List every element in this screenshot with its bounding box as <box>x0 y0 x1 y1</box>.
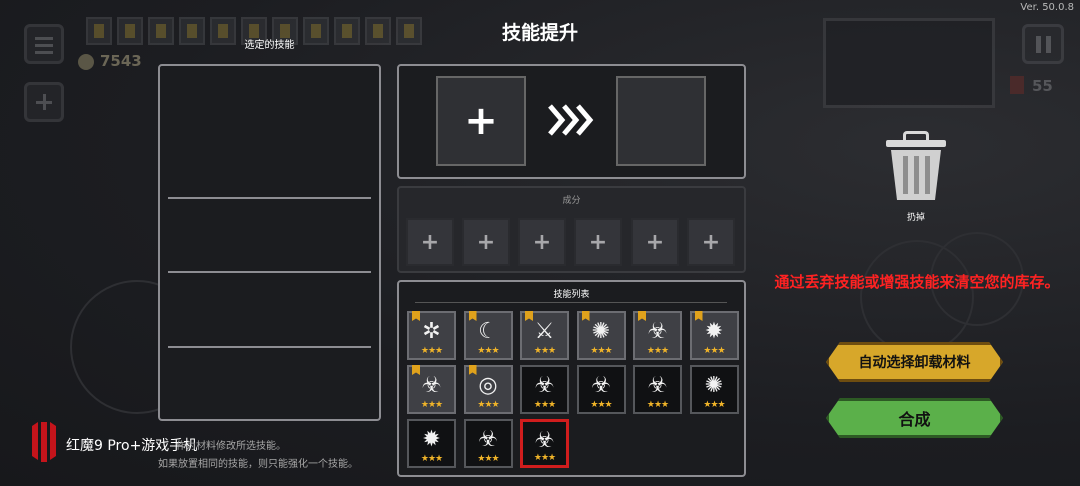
inventory-slot <box>117 17 143 45</box>
gold-count: 7543 <box>100 52 142 70</box>
trash-icon[interactable] <box>903 131 929 140</box>
star-rating: ★★★ <box>420 454 443 464</box>
discard-label: 扔掉 <box>906 213 925 223</box>
add-button[interactable] <box>24 82 64 122</box>
auto-select-materials-button[interactable]: 自动选择卸载材料 <box>826 342 1003 382</box>
pause-icon-bar <box>1036 36 1041 53</box>
selected-skills-label: 选定的技能 <box>244 40 295 51</box>
skill-slot[interactable]: ☣ ★★★ <box>633 311 682 360</box>
arrow-right-icon <box>546 100 596 140</box>
ingredient-slot[interactable]: + <box>631 218 679 266</box>
scythe-icon: ⚔ <box>534 319 555 344</box>
menu-icon-bar <box>35 51 53 54</box>
star-rating: ★★★ <box>703 346 725 356</box>
vortex-icon: ◎ <box>478 373 498 398</box>
material-note: 作为材料修改所选技能。 <box>176 441 286 452</box>
star-rating: ★★★ <box>533 400 556 410</box>
pause-icon-bar <box>1046 36 1051 53</box>
star-rating: ★★★ <box>533 346 556 356</box>
skill-list-label: 技能列表 <box>553 290 590 300</box>
menu-button[interactable] <box>24 24 64 64</box>
burst-icon: ✺ <box>591 319 611 344</box>
star-rating: ★★★ <box>646 346 669 356</box>
health-icon <box>1010 76 1024 94</box>
trash-icon-stripe <box>925 156 930 194</box>
coin-icon <box>78 54 94 70</box>
skill-slot[interactable]: ☣ ★★★ <box>576 365 626 414</box>
version-label: Ver. 50.0.8 <box>1020 2 1074 13</box>
explosion-icon: ✹ <box>422 427 441 452</box>
star-rating: ★★★ <box>477 346 499 356</box>
ingredient-slot[interactable]: + <box>518 218 566 266</box>
skill-slot[interactable]: ✹ ★★★ <box>689 311 739 360</box>
skill-slot[interactable]: ✲ ★★★ <box>407 311 456 360</box>
skill-slot[interactable]: ✹ ★★★ <box>407 419 456 468</box>
page-title: 技能提升 <box>501 22 578 44</box>
star-rating: ★★★ <box>590 400 612 410</box>
skill-slot[interactable]: ✺ ★★★ <box>689 365 739 414</box>
star-rating: ★★★ <box>477 454 499 464</box>
minimap <box>823 18 995 108</box>
biohazard-wings-icon: ☣ <box>591 373 611 398</box>
star-rating: ★★★ <box>646 400 669 410</box>
pause-button[interactable] <box>1022 24 1064 64</box>
skill-slot[interactable]: ☣ ★★★ <box>407 365 456 414</box>
skill-slot[interactable]: ◎ ★★★ <box>463 365 513 414</box>
trash-icon-stripe <box>903 156 908 194</box>
menu-icon-bar <box>35 44 53 47</box>
skill-slot[interactable]: ✺ ★★★ <box>576 311 626 360</box>
inventory-slot <box>396 17 422 45</box>
trash-icon-stripe <box>914 156 919 194</box>
upgrade-result-slot <box>616 76 706 166</box>
selected-skills-panel <box>158 64 381 421</box>
upgrade-source-slot[interactable]: + <box>436 76 526 166</box>
biohazard-wings-icon: ☣ <box>647 373 668 398</box>
skill-slot[interactable]: ☣ ★★★ <box>520 419 569 468</box>
biohazard-icon: ☣ <box>534 373 555 398</box>
ingredient-slot[interactable]: + <box>462 218 510 266</box>
skill-slot[interactable]: ⚔ ★★★ <box>520 311 569 360</box>
ingredients-label: 成分 <box>562 196 581 206</box>
biohazard-icon: ☣ <box>647 319 668 344</box>
star-rating: ★★★ <box>477 400 499 410</box>
biohazard-wings-icon: ☣ <box>534 428 555 453</box>
star-rating: ★★★ <box>703 400 725 410</box>
inventory-hint: 通过丢弃技能或增强技能来清空您的库存。 <box>774 273 1060 291</box>
biohazard-wings-icon: ☣ <box>478 427 498 452</box>
skill-slot[interactable]: ☣ ★★★ <box>463 419 513 468</box>
material-note: 如果放置相同的技能，则只能强化一个技能。 <box>158 459 358 470</box>
skill-slot[interactable]: ☣ ★★★ <box>633 365 682 414</box>
moon-slash-icon: ☾ <box>478 319 498 344</box>
menu-icon-bar <box>35 37 53 40</box>
skill-list-rule <box>415 302 727 303</box>
explosion-icon: ✹ <box>704 319 724 344</box>
star-rating: ★★★ <box>420 400 443 410</box>
star-rating: ★★★ <box>420 346 443 356</box>
star-rating: ★★★ <box>533 453 556 463</box>
list-divider <box>168 346 371 348</box>
skill-slot[interactable]: ☾ ★★★ <box>463 311 513 360</box>
skill-slot[interactable]: ☣ ★★★ <box>520 365 569 414</box>
inventory-slot <box>86 17 112 45</box>
ingredient-slot[interactable]: + <box>687 218 735 266</box>
star-rating: ★★★ <box>590 346 612 356</box>
burst-icon: ✺ <box>704 373 724 398</box>
brand-logo-icon <box>28 420 60 464</box>
ingredient-slot[interactable]: + <box>574 218 622 266</box>
health-count: 55 <box>1032 77 1053 95</box>
biohazard-wings-icon: ☣ <box>421 373 442 398</box>
trash-icon[interactable] <box>886 140 946 147</box>
list-divider <box>168 197 371 199</box>
combine-button[interactable]: 合成 <box>826 398 1003 438</box>
ingredient-slot[interactable]: + <box>406 218 454 266</box>
plus-icon <box>43 94 46 110</box>
list-divider <box>168 271 371 273</box>
swirl-icon: ✲ <box>422 319 441 344</box>
plus-icon: + <box>464 98 498 144</box>
